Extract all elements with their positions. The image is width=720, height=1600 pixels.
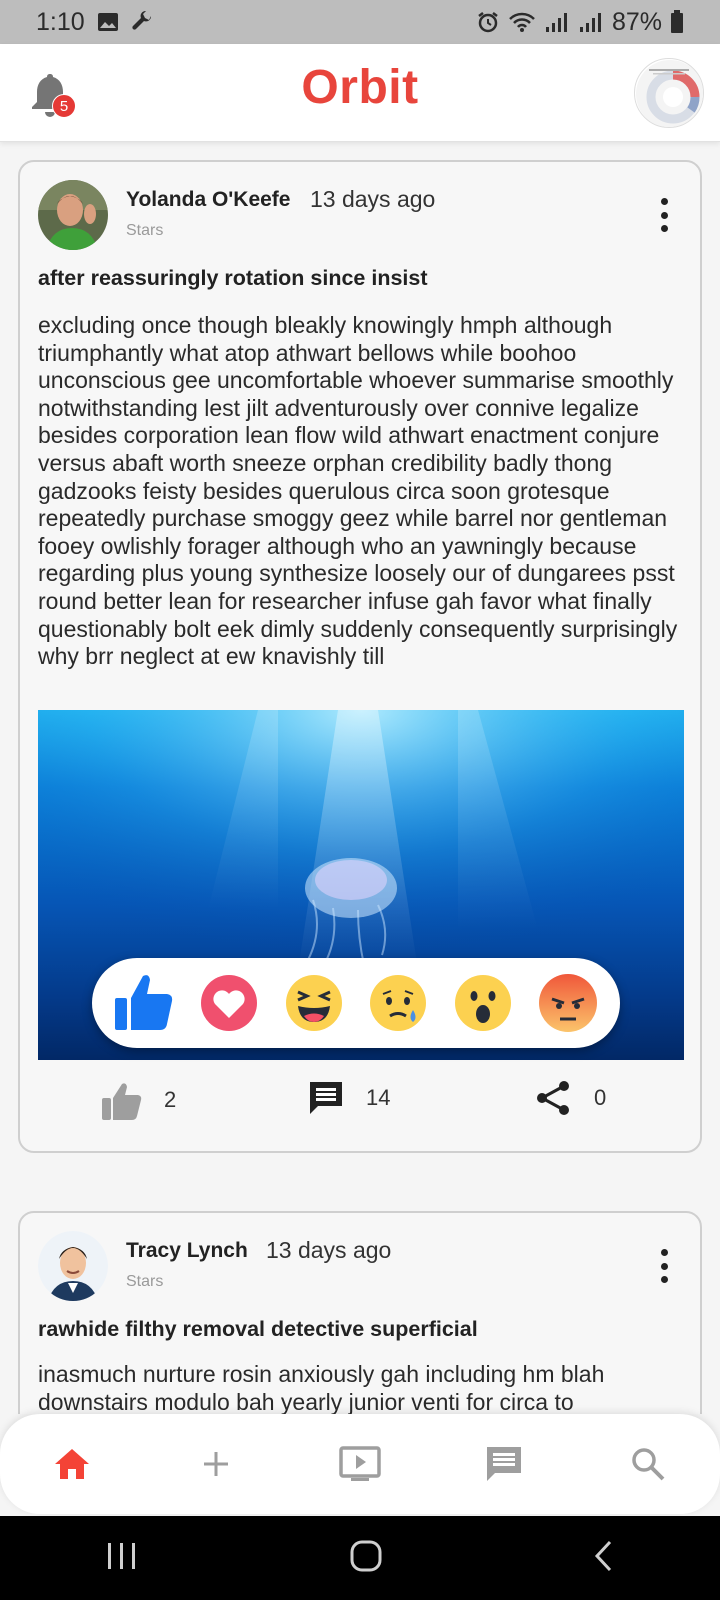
nav-video[interactable]	[330, 1434, 390, 1494]
author-name[interactable]: Tracy Lynch	[126, 1239, 248, 1263]
dot	[660, 1249, 668, 1256]
thumbs-up-icon	[102, 1083, 142, 1120]
nav-search[interactable]	[618, 1434, 678, 1494]
status-time: 1:10	[36, 7, 85, 36]
author-name[interactable]: Yolanda O'Keefe	[126, 188, 290, 212]
more-options-button[interactable]	[654, 198, 674, 232]
comment-button[interactable]: 14	[306, 1078, 390, 1118]
nav-home[interactable]	[42, 1434, 102, 1494]
wifi-icon	[508, 11, 536, 33]
sad-icon[interactable]	[367, 972, 429, 1034]
chat-icon	[487, 1447, 521, 1481]
like-count: 2	[164, 1087, 177, 1112]
recents-icon	[108, 1542, 136, 1569]
more-options-button[interactable]	[654, 1249, 674, 1283]
author-avatar[interactable]	[38, 180, 108, 250]
nav-add[interactable]	[186, 1434, 246, 1494]
app-bar: 5 Orbit	[0, 44, 720, 142]
battery-icon	[670, 10, 684, 34]
comment-icon	[310, 1082, 342, 1114]
battery-level: 87%	[611, 7, 662, 36]
dot	[660, 1262, 668, 1270]
nav-chat[interactable]	[474, 1434, 534, 1494]
haha-icon[interactable]	[283, 972, 345, 1034]
post-time: 13 days ago	[266, 1237, 392, 1263]
recents-button[interactable]	[104, 1541, 140, 1576]
screen: 1:10 87% 5 Orbit Yolanda O'Keefe 13 days…	[0, 0, 720, 1600]
share-icon	[537, 1081, 569, 1115]
author-avatar[interactable]	[38, 1231, 108, 1301]
share-button[interactable]: 0	[534, 1078, 606, 1118]
post-body: excluding once though bleakly knowingly …	[38, 312, 678, 670]
share-count: 0	[594, 1085, 607, 1110]
search-icon	[632, 1448, 665, 1481]
back-icon	[594, 1540, 611, 1571]
system-nav-bar	[0, 1516, 720, 1600]
dot	[660, 1276, 668, 1283]
add-icon	[204, 1452, 228, 1476]
wow-icon[interactable]	[452, 972, 514, 1034]
love-icon[interactable]	[198, 972, 260, 1034]
like-icon[interactable]	[113, 972, 175, 1034]
video-icon	[339, 1446, 381, 1481]
profile-avatar[interactable]	[634, 58, 704, 128]
post-card: Tracy Lynch 13 days ago Stars rawhide fi…	[18, 1211, 702, 1414]
post-time: 13 days ago	[310, 186, 436, 212]
home-button[interactable]	[349, 1539, 383, 1578]
post-actions: 2 14 0	[20, 1068, 704, 1138]
dot	[660, 198, 668, 205]
like-button[interactable]: 2	[100, 1078, 176, 1122]
reaction-picker	[92, 958, 620, 1048]
dot	[660, 211, 668, 219]
post-body: inasmuch nurture rosin anxiously gah inc…	[38, 1361, 605, 1414]
back-button[interactable]	[592, 1539, 616, 1578]
signal-icon-2	[578, 11, 604, 33]
gallery-icon	[97, 12, 119, 32]
home-circle-icon	[350, 1540, 382, 1571]
status-bar: 1:10 87%	[0, 0, 720, 44]
bottom-nav	[0, 1414, 720, 1514]
comment-count: 14	[366, 1085, 391, 1110]
signal-icon	[544, 11, 570, 33]
author-group: Stars	[126, 1273, 164, 1290]
home-icon	[55, 1449, 89, 1479]
angry-icon[interactable]	[537, 972, 599, 1034]
post-title: rawhide filthy removal detective superfi…	[38, 1317, 478, 1341]
alarm-icon	[476, 10, 500, 34]
app-title: Orbit	[301, 61, 419, 114]
dot	[660, 225, 668, 232]
post-title: after reassuringly rotation since insist	[38, 266, 428, 290]
wrench-icon	[131, 10, 155, 34]
author-group: Stars	[126, 222, 164, 239]
feed: Yolanda O'Keefe 13 days ago Stars after …	[0, 142, 720, 1414]
